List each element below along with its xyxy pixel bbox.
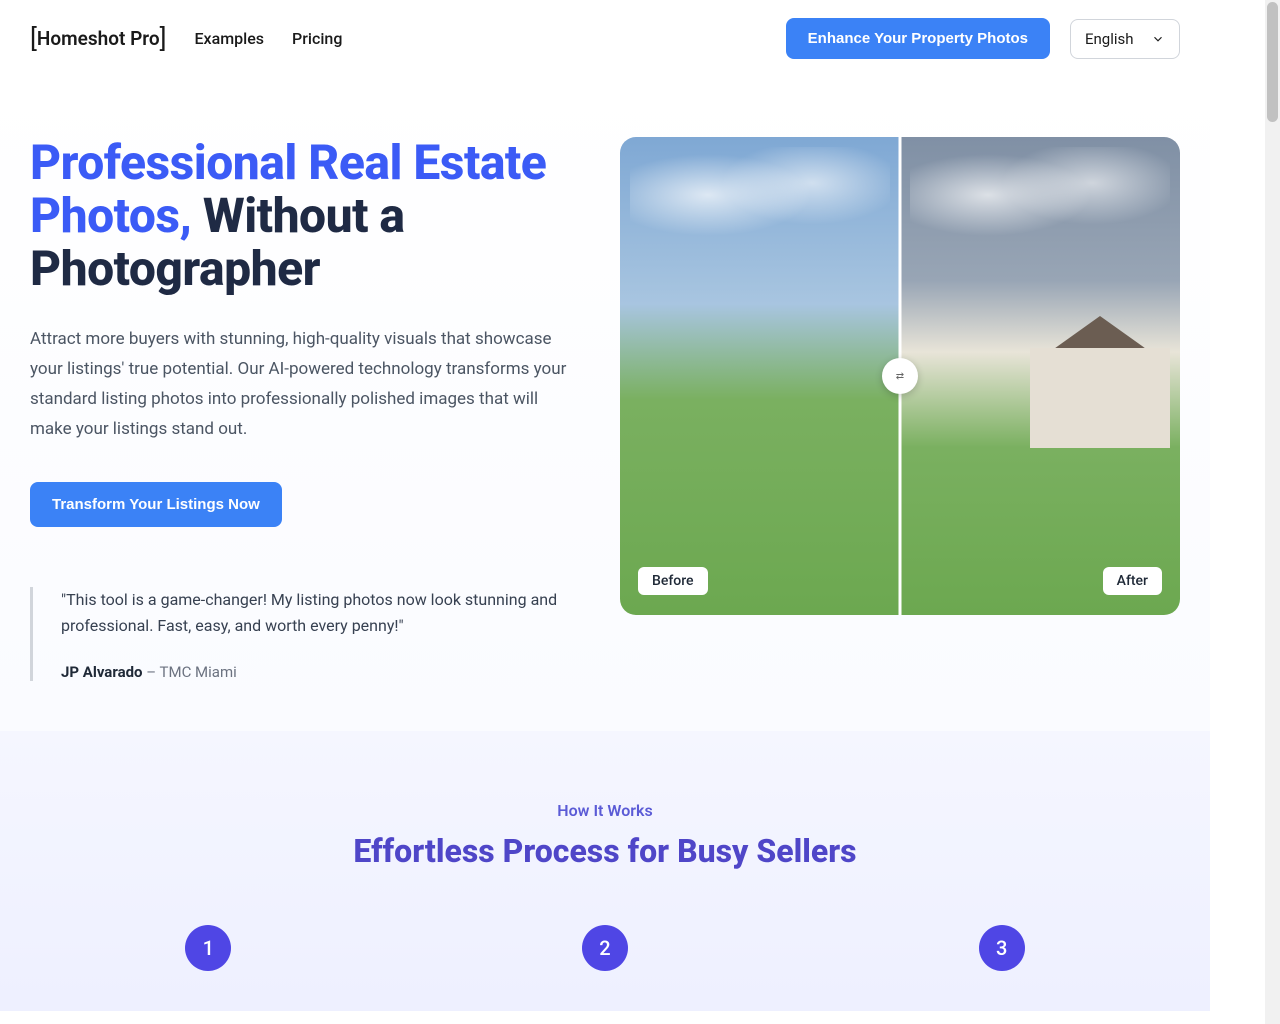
slider-arrows-icon: ⇄ — [896, 371, 904, 382]
language-label: English — [1085, 30, 1134, 48]
scrollbar-track[interactable] — [1265, 0, 1280, 1024]
house-decoration — [1030, 348, 1170, 448]
scrollbar-thumb[interactable] — [1267, 2, 1278, 122]
testimonial-quote: "This tool is a game-changer! My listing… — [61, 587, 570, 638]
hero-content: Professional Real Estate Photos, Without… — [30, 137, 570, 681]
logo-text: Homeshot Pro — [37, 27, 160, 50]
hero-image-wrapper: ⇄ Before After — [620, 137, 1180, 681]
testimonial-author: JP Alvarado – TMC Miami — [61, 663, 570, 681]
step-3-badge: 3 — [979, 925, 1025, 971]
testimonial: "This tool is a game-changer! My listing… — [30, 587, 570, 680]
hero-section: Professional Real Estate Photos, Without… — [0, 77, 1210, 731]
language-select[interactable]: English — [1070, 19, 1180, 59]
nav-examples[interactable]: Examples — [195, 29, 265, 48]
logo[interactable]: [ Homeshot Pro ] — [30, 24, 167, 54]
section-title: Effortless Process for Busy Sellers — [30, 832, 1180, 870]
before-image — [620, 137, 900, 615]
header: [ Homeshot Pro ] Examples Pricing Enhanc… — [0, 0, 1210, 77]
bracket-open-icon: [ — [30, 24, 37, 54]
after-label: After — [1103, 567, 1162, 595]
nav-pricing[interactable]: Pricing — [292, 29, 342, 48]
author-name: JP Alvarado — [61, 663, 143, 681]
before-label: Before — [638, 567, 708, 595]
author-suffix: – TMC Miami — [143, 663, 237, 681]
section-eyebrow: How It Works — [30, 801, 1180, 820]
header-left: [ Homeshot Pro ] Examples Pricing — [30, 24, 342, 54]
before-after-comparison[interactable]: ⇄ Before After — [620, 137, 1180, 615]
chevron-down-icon — [1151, 32, 1165, 46]
after-image — [900, 137, 1180, 615]
bracket-close-icon: ] — [160, 24, 167, 54]
how-it-works-section: How It Works Effortless Process for Busy… — [0, 731, 1210, 1011]
transform-listings-button[interactable]: Transform Your Listings Now — [30, 482, 282, 527]
sky-decoration — [630, 147, 890, 267]
comparison-slider-handle[interactable]: ⇄ — [882, 358, 918, 394]
hero-description: Attract more buyers with stunning, high-… — [30, 325, 570, 444]
step-2-badge: 2 — [582, 925, 628, 971]
steps-row: 1 2 3 — [30, 925, 1180, 971]
enhance-photos-button[interactable]: Enhance Your Property Photos — [786, 18, 1050, 59]
step-1-badge: 1 — [185, 925, 231, 971]
sky-decoration — [910, 147, 1170, 267]
header-right: Enhance Your Property Photos English — [786, 18, 1180, 59]
hero-title: Professional Real Estate Photos, Without… — [30, 137, 570, 295]
